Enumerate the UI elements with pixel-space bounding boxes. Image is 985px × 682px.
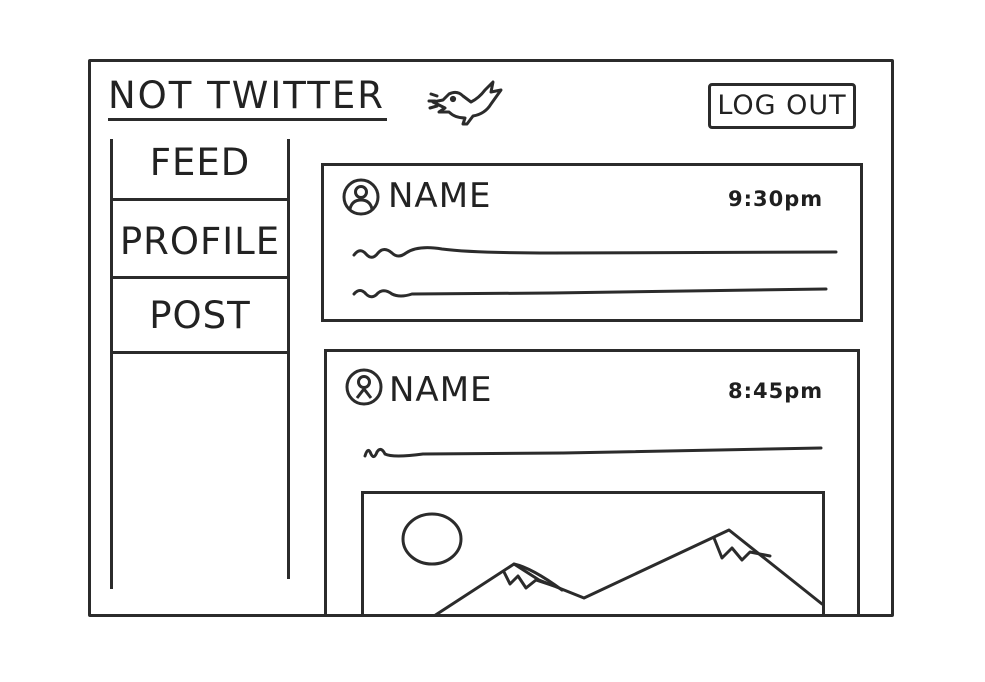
sidebar-item-profile[interactable]: PROFILE (113, 206, 287, 278)
post-timestamp: 9:30pm (728, 187, 824, 211)
app-title: NOT TWITTER (108, 74, 387, 121)
sidebar-item-feed[interactable]: FEED (113, 127, 287, 199)
post-text-placeholder (363, 446, 823, 459)
user-icon (345, 368, 383, 406)
post-image[interactable] (361, 491, 825, 614)
sidebar-item-post[interactable]: POST (113, 280, 287, 352)
post-text-placeholder (352, 287, 828, 299)
user-icon (342, 178, 380, 216)
sidebar-divider (113, 276, 287, 279)
sidebar-divider (113, 351, 287, 354)
post-author-name[interactable]: NAME (388, 176, 492, 216)
logout-button[interactable]: LOG OUT (708, 83, 856, 129)
bird-icon (427, 80, 503, 126)
post-card[interactable]: NAME 8:45pm (324, 349, 860, 614)
post-timestamp: 8:45pm (728, 379, 824, 403)
landscape-image-icon (401, 512, 822, 614)
sidebar-divider (113, 198, 287, 201)
sidebar-border-right (287, 139, 290, 579)
post-card[interactable]: NAME 9:30pm (321, 163, 863, 322)
app-window: NOT TWITTER LOG OUT FEED PROFILE POST NA… (88, 59, 894, 617)
post-author-name[interactable]: NAME (389, 370, 493, 410)
post-text-placeholder (352, 246, 838, 259)
